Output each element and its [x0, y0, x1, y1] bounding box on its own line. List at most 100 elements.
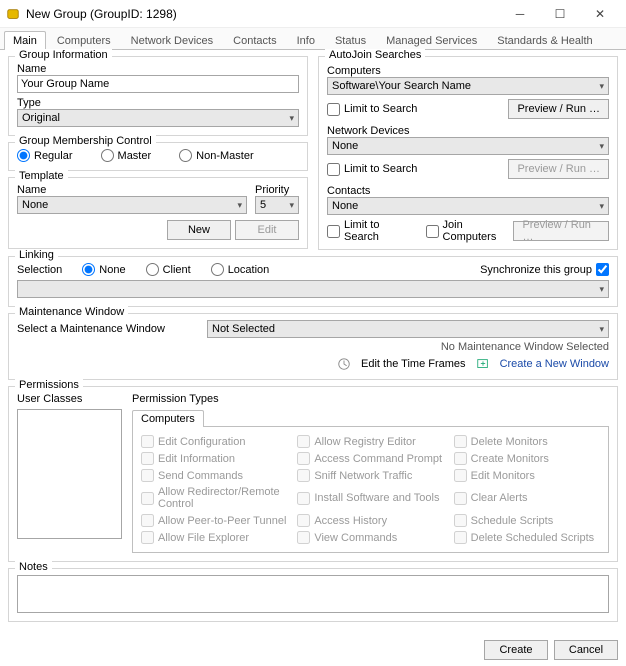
- synchronize-checkbox[interactable]: Synchronize this group: [480, 263, 609, 276]
- permission-delete-monitors[interactable]: Delete Monitors: [454, 435, 600, 448]
- minimize-button[interactable]: ─: [500, 0, 540, 28]
- tab-contacts[interactable]: Contacts: [224, 31, 285, 50]
- tab-managed-services[interactable]: Managed Services: [377, 31, 486, 50]
- linking-radio-none[interactable]: None: [82, 263, 125, 276]
- tab-info[interactable]: Info: [288, 31, 324, 50]
- permission-schedule-scripts[interactable]: Schedule Scripts: [454, 514, 600, 527]
- join-computers-checkbox[interactable]: Join Computers: [426, 219, 514, 243]
- priority-value: 5: [260, 199, 266, 211]
- permission-edit-information[interactable]: Edit Information: [141, 452, 287, 465]
- radio-non-master[interactable]: Non-Master: [179, 149, 253, 162]
- tab-network-devices[interactable]: Network Devices: [122, 31, 223, 50]
- template-name-select[interactable]: None ▾: [17, 196, 247, 214]
- autojoin-contacts-select[interactable]: None ▾: [327, 197, 609, 215]
- permissions-fieldset: Permissions User Classes Permission Type…: [8, 386, 618, 562]
- template-edit-button[interactable]: Edit: [235, 220, 299, 240]
- linking-radio-location[interactable]: Location: [211, 263, 270, 276]
- permission-send-commands[interactable]: Send Commands: [141, 469, 287, 482]
- permission-allow-registry-editor[interactable]: Allow Registry Editor: [297, 435, 443, 448]
- notes-legend: Notes: [15, 561, 52, 573]
- autojoin-fieldset: AutoJoin Searches Computers Software\You…: [318, 56, 618, 250]
- permission-edit-monitors[interactable]: Edit Monitors: [454, 469, 600, 482]
- priority-label: Priority: [255, 184, 299, 196]
- template-new-button[interactable]: New: [167, 220, 231, 240]
- radio-regular[interactable]: Regular: [17, 149, 73, 162]
- permission-allow-peer-to-peer-tunnel[interactable]: Allow Peer-to-Peer Tunnel: [141, 514, 287, 527]
- radio-master[interactable]: Master: [101, 149, 152, 162]
- chevron-down-icon: ▾: [599, 284, 604, 295]
- template-legend: Template: [15, 170, 68, 182]
- chevron-down-icon: ▾: [289, 113, 294, 124]
- permission-delete-scheduled-scripts[interactable]: Delete Scheduled Scripts: [454, 531, 600, 544]
- autojoin-computers-select[interactable]: Software\Your Search Name ▾: [327, 77, 609, 95]
- net-preview-button[interactable]: Preview / Run …: [508, 159, 609, 179]
- type-label: Type: [17, 97, 299, 109]
- name-label: Name: [17, 63, 299, 75]
- notes-textarea[interactable]: [17, 575, 609, 613]
- permission-access-command-prompt[interactable]: Access Command Prompt: [297, 452, 443, 465]
- chevron-down-icon: ▾: [237, 200, 242, 211]
- tab-status[interactable]: Status: [326, 31, 375, 50]
- permission-create-monitors[interactable]: Create Monitors: [454, 452, 600, 465]
- clock-icon: [337, 357, 351, 371]
- maintenance-fieldset: Maintenance Window Select a Maintenance …: [8, 313, 618, 380]
- type-select[interactable]: Original ▾: [17, 109, 299, 127]
- chevron-down-icon: ▾: [289, 200, 294, 211]
- tab-standards-health[interactable]: Standards & Health: [488, 31, 601, 50]
- permission-tab-computers[interactable]: Computers: [132, 410, 204, 427]
- autojoin-net-label: Network Devices: [327, 125, 609, 137]
- group-information-fieldset: Group Information Name Type Original ▾: [8, 56, 308, 136]
- permission-types-label: Permission Types: [132, 393, 609, 405]
- autojoin-computers-value: Software\Your Search Name: [332, 80, 471, 92]
- linking-radio-client[interactable]: Client: [146, 263, 191, 276]
- permissions-legend: Permissions: [15, 379, 83, 391]
- window-titlebar: New Group (GroupID: 1298) ─ ☐ ✕: [0, 0, 626, 28]
- template-fieldset: Template Name None ▾ Priority 5 ▾: [8, 177, 308, 249]
- create-button[interactable]: Create: [484, 640, 548, 660]
- app-icon: [6, 7, 20, 21]
- autojoin-contacts-label: Contacts: [327, 185, 609, 197]
- contacts-limit-checkbox[interactable]: Limit to Search: [327, 219, 412, 243]
- type-select-value: Original: [22, 112, 60, 124]
- notes-fieldset: Notes: [8, 568, 618, 622]
- linking-select[interactable]: ▾: [17, 280, 609, 298]
- autojoin-net-select[interactable]: None ▾: [327, 137, 609, 155]
- permission-edit-configuration[interactable]: Edit Configuration: [141, 435, 287, 448]
- maintenance-select[interactable]: Not Selected ▾: [207, 320, 609, 338]
- group-membership-legend: Group Membership Control: [15, 135, 156, 147]
- net-limit-checkbox[interactable]: Limit to Search: [327, 163, 417, 176]
- window-title: New Group (GroupID: 1298): [26, 7, 500, 21]
- no-maintenance-selected: No Maintenance Window Selected: [17, 341, 609, 353]
- priority-select[interactable]: 5 ▾: [255, 196, 299, 214]
- contacts-preview-button[interactable]: Preview / Run …: [513, 221, 609, 241]
- create-new-window-link[interactable]: Create a New Window: [500, 358, 609, 370]
- chevron-down-icon: ▾: [599, 201, 604, 212]
- user-classes-listbox[interactable]: [17, 409, 122, 539]
- computers-limit-checkbox[interactable]: Limit to Search: [327, 103, 417, 116]
- computers-preview-button[interactable]: Preview / Run …: [508, 99, 609, 119]
- permission-allow-file-explorer[interactable]: Allow File Explorer: [141, 531, 287, 544]
- permission-install-software-and-tools[interactable]: Install Software and Tools: [297, 486, 443, 510]
- group-name-input[interactable]: [17, 75, 299, 93]
- maintenance-legend: Maintenance Window: [15, 306, 128, 318]
- tab-strip: MainComputersNetwork DevicesContactsInfo…: [0, 28, 626, 50]
- chevron-down-icon: ▾: [599, 324, 604, 335]
- group-membership-fieldset: Group Membership Control Regular Master …: [8, 142, 308, 171]
- permission-clear-alerts[interactable]: Clear Alerts: [454, 486, 600, 510]
- tab-computers[interactable]: Computers: [48, 31, 120, 50]
- maximize-button[interactable]: ☐: [540, 0, 580, 28]
- tab-main[interactable]: Main: [4, 31, 46, 50]
- permission-sniff-network-traffic[interactable]: Sniff Network Traffic: [297, 469, 443, 482]
- permission-access-history[interactable]: Access History: [297, 514, 443, 527]
- linking-legend: Linking: [15, 249, 58, 261]
- permission-grid: Edit Configuration Allow Registry Editor D…: [141, 435, 600, 544]
- cancel-button[interactable]: Cancel: [554, 640, 618, 660]
- template-name-value: None: [22, 199, 48, 211]
- permission-allow-redirector-remote-control[interactable]: Allow Redirector/Remote Control: [141, 486, 287, 510]
- chevron-down-icon: ▾: [599, 141, 604, 152]
- permission-view-commands[interactable]: View Commands: [297, 531, 443, 544]
- close-button[interactable]: ✕: [580, 0, 620, 28]
- edit-time-frames-link[interactable]: Edit the Time Frames: [361, 358, 466, 370]
- autojoin-contacts-value: None: [332, 200, 358, 212]
- chevron-down-icon: ▾: [599, 81, 604, 92]
